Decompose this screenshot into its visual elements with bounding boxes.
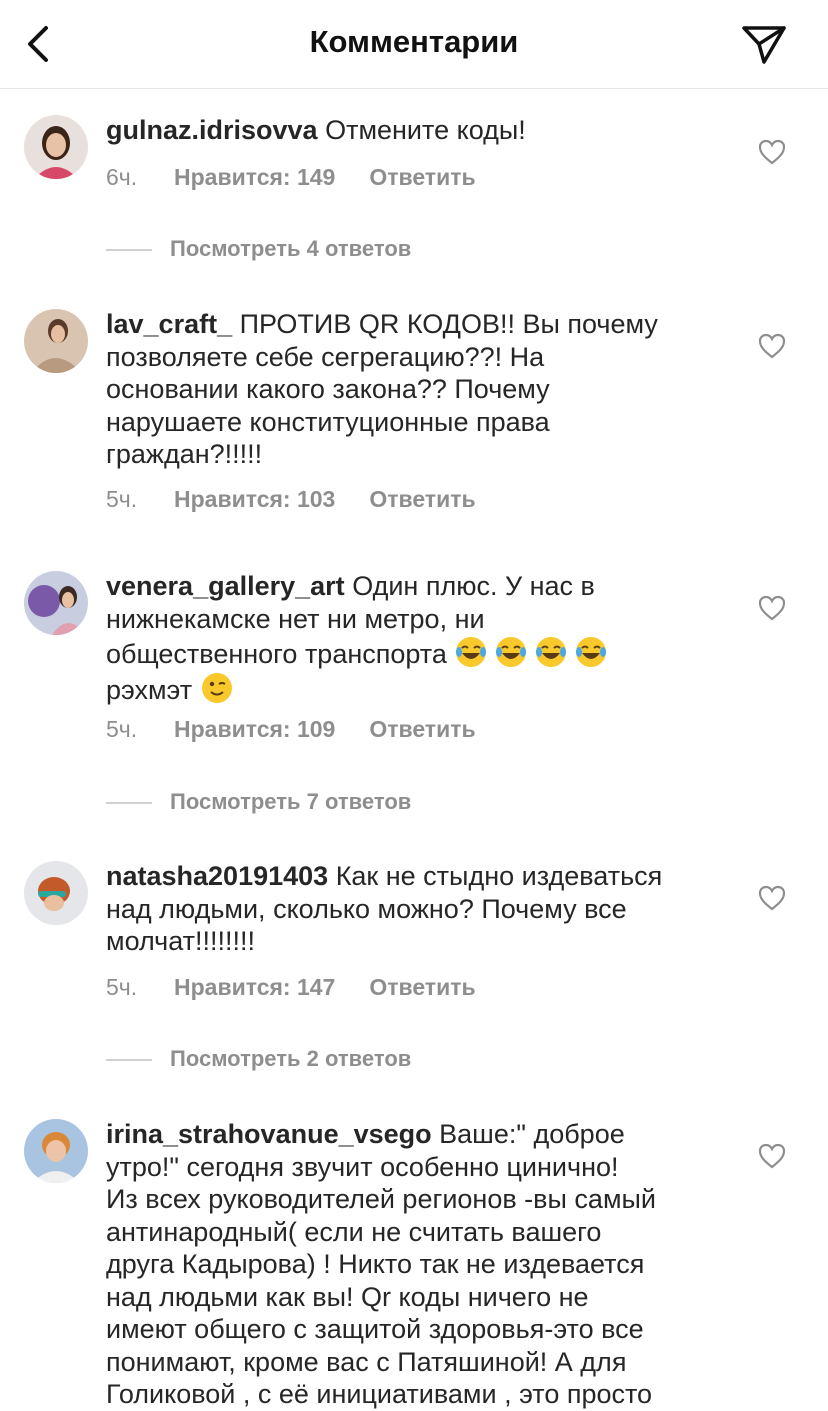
comment-text: молчат!!!!!!!! [106,926,256,956]
comment-meta: 5ч. Нравится: 109 Ответить [106,716,476,743]
comment-time: 6ч. [106,164,138,190]
comment-text: имеют общего с защитой здоровья-это все [106,1314,644,1344]
comment-text: основании какого закона?? Почему [106,374,550,404]
page-title: Комментарии [309,24,519,59]
comment-text: над людьми как вы! Qr коды ничего не [106,1281,589,1312]
reply-button[interactable]: Ответить [369,716,475,743]
comment-username[interactable]: natasha20191403 [106,861,328,891]
avatar[interactable] [24,571,88,635]
face-with-tears-of-joy-icon [576,637,607,667]
divider-line [106,1059,152,1062]
avatar[interactable] [24,115,88,179]
comment-likes[interactable]: Нравится: 109 [174,716,335,743]
comment-text: Один плюс. У нас в [352,571,595,601]
like-button[interactable] [757,884,787,912]
reply-button[interactable]: Ответить [369,164,475,191]
reply-button[interactable]: Ответить [369,486,475,513]
comment-text: общественного транспорта [106,639,447,669]
comment-text: Голиковой , с её инициативами , это прос… [106,1379,653,1409]
share-button[interactable] [740,22,788,66]
winking-face-icon [201,672,232,703]
avatar[interactable] [24,1119,88,1183]
comment-text: понимают, кроме вас с Патяшиной! А для [106,1346,627,1377]
comment-username[interactable]: lav_craft_ [106,309,232,339]
heart-icon [758,1143,786,1169]
like-button[interactable] [757,1142,787,1170]
view-replies-label: Посмотреть 2 ответов [170,1046,412,1071]
comment-username[interactable]: irina_strahovanue_vsego [106,1119,432,1149]
face-with-tears-of-joy-icon [456,637,487,667]
heart-icon [758,885,786,911]
avatar[interactable] [24,309,88,373]
comment-text: друга Кадырова) ! Никто так не издеваетс… [106,1249,645,1279]
comment-text: Отмените коды! [325,115,526,145]
heart-icon [758,595,786,621]
comment-text: Ваше:" доброе [439,1119,625,1149]
comment-text: нижнекамске нет ни метро, ни [106,603,485,634]
comment-time: 5ч. [106,716,138,742]
comment-text: утро!" сегодня звучит особенно цинично! [106,1151,619,1182]
comment-likes[interactable]: Нравится: 149 [174,164,335,191]
comment-text: позволяете себе сегрегацию??! На [106,341,545,372]
comment-meta: 6ч. Нравится: 149 Ответить [106,164,476,191]
emoji-group [454,637,614,669]
comment-likes[interactable]: Нравится: 103 [174,486,335,513]
heart-icon [758,139,786,165]
comment-text: ПРОТИВ QR КОДОВ!! Вы почему [239,309,658,339]
comment-text: нарушаете конституционные права [106,406,550,437]
header-bar: Комментарии [0,0,828,89]
like-button[interactable] [757,594,787,622]
avatar[interactable] [24,861,88,925]
comment-text: Как не стыдно издеваться [335,861,663,891]
like-button[interactable] [757,138,787,166]
divider-line [106,249,152,252]
comment-text: Из всех руководителей регионов -вы самый [106,1184,656,1214]
comment-meta: 5ч. Нравится: 147 Ответить [106,974,476,1001]
comment-text: граждан?!!!!! [106,439,263,469]
comment-meta: 5ч. Нравится: 103 Ответить [106,486,476,513]
view-replies-button[interactable]: Посмотреть 7 ответов [106,789,411,815]
comment-time: 5ч. [106,486,138,512]
view-replies-label: Посмотреть 4 ответов [170,236,412,261]
comment-username[interactable]: gulnaz.idrisovva [106,115,318,145]
face-with-tears-of-joy-icon [536,637,567,667]
comment-text: рэхмэт [106,674,193,705]
view-replies-button[interactable]: Посмотреть 4 ответов [106,236,411,262]
comment-time: 5ч. [106,974,138,1000]
heart-icon [758,333,786,359]
paper-plane-icon [742,26,786,64]
face-with-tears-of-joy-icon [496,637,527,667]
like-button[interactable] [757,332,787,360]
divider-line [106,802,152,805]
comment-text: антинародный( если не считать вашего [106,1216,602,1247]
reply-button[interactable]: Ответить [369,974,475,1001]
comment-likes[interactable]: Нравится: 147 [174,974,335,1001]
comment-text: над людьми, сколько можно? Почему все [106,893,627,924]
view-replies-button[interactable]: Посмотреть 2 ответов [106,1046,411,1072]
comment-username[interactable]: venera_gallery_art [106,571,345,601]
view-replies-label: Посмотреть 7 ответов [170,789,412,814]
